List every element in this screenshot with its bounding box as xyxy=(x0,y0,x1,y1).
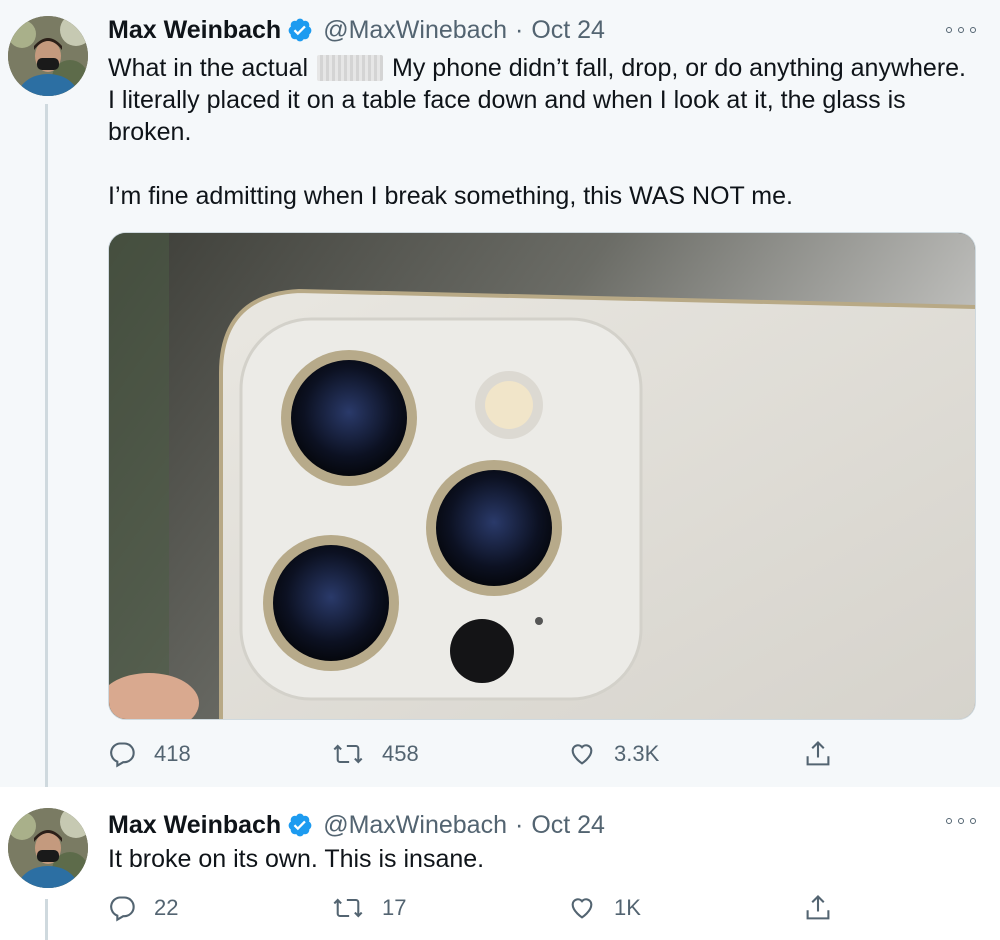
verified-badge-icon xyxy=(287,17,313,43)
reply-icon xyxy=(110,742,135,768)
tweet-text: It broke on its own. This is insane. xyxy=(108,843,968,875)
share-icon xyxy=(806,740,830,766)
author-handle[interactable]: @MaxWinebach xyxy=(323,16,507,45)
share-button[interactable] xyxy=(804,734,832,774)
tweet-actions: 418 458 3.3K xyxy=(108,734,848,774)
avatar[interactable] xyxy=(8,808,88,888)
reply-count: 22 xyxy=(154,895,179,920)
tweet-text-start: What in the actual xyxy=(108,54,309,82)
like-button[interactable]: 1K xyxy=(568,888,641,928)
tweet-photo[interactable] xyxy=(108,232,976,720)
reply-icon xyxy=(110,896,135,922)
author-name[interactable]: Max Weinbach xyxy=(108,811,281,840)
author-name[interactable]: Max Weinbach xyxy=(108,16,281,45)
retweet-button[interactable]: 458 xyxy=(332,734,419,774)
redacted-word xyxy=(317,55,384,81)
tweet-main: Max Weinbach @MaxWinebach · Oct 24 What … xyxy=(0,0,1000,787)
reply-count: 418 xyxy=(154,741,191,766)
tweet-reply: Max Weinbach @MaxWinebach · Oct 24 It br… xyxy=(0,787,1000,940)
tweet-date[interactable]: Oct 24 xyxy=(531,811,605,840)
more-icon[interactable] xyxy=(946,20,976,40)
share-button[interactable] xyxy=(804,888,832,928)
thread-line xyxy=(45,899,48,940)
retweet-count: 17 xyxy=(382,895,407,920)
verified-badge-icon xyxy=(287,812,313,838)
retweet-icon xyxy=(333,898,363,918)
like-icon xyxy=(571,744,593,765)
tweet-date[interactable]: Oct 24 xyxy=(531,16,605,45)
tweet-header: Max Weinbach @MaxWinebach · Oct 24 xyxy=(108,13,605,47)
separator-dot: · xyxy=(514,810,524,839)
retweet-count: 458 xyxy=(382,741,419,766)
more-icon[interactable] xyxy=(946,811,976,831)
reply-button[interactable]: 22 xyxy=(108,888,178,928)
like-button[interactable]: 3.3K xyxy=(568,734,659,774)
share-icon xyxy=(806,894,830,920)
tweet-actions: 22 17 1K xyxy=(108,888,848,928)
tweet-header: Max Weinbach @MaxWinebach · Oct 24 xyxy=(108,808,605,842)
retweet-icon xyxy=(333,744,363,764)
tweet-text-paragraph-2: I’m fine admitting when I break somethin… xyxy=(108,182,793,210)
retweet-button[interactable]: 17 xyxy=(332,888,406,928)
like-count: 3.3K xyxy=(614,741,660,766)
like-count: 1K xyxy=(614,895,641,920)
like-icon xyxy=(571,898,593,919)
separator-dot: · xyxy=(514,15,524,44)
author-handle[interactable]: @MaxWinebach xyxy=(323,811,507,840)
tweet-text-body: It broke on its own. This is insane. xyxy=(108,845,485,873)
thread-line xyxy=(45,104,48,787)
tweet-text: What in the actual My phone didn’t fall,… xyxy=(108,52,968,212)
avatar[interactable] xyxy=(8,16,88,96)
reply-button[interactable]: 418 xyxy=(108,734,191,774)
